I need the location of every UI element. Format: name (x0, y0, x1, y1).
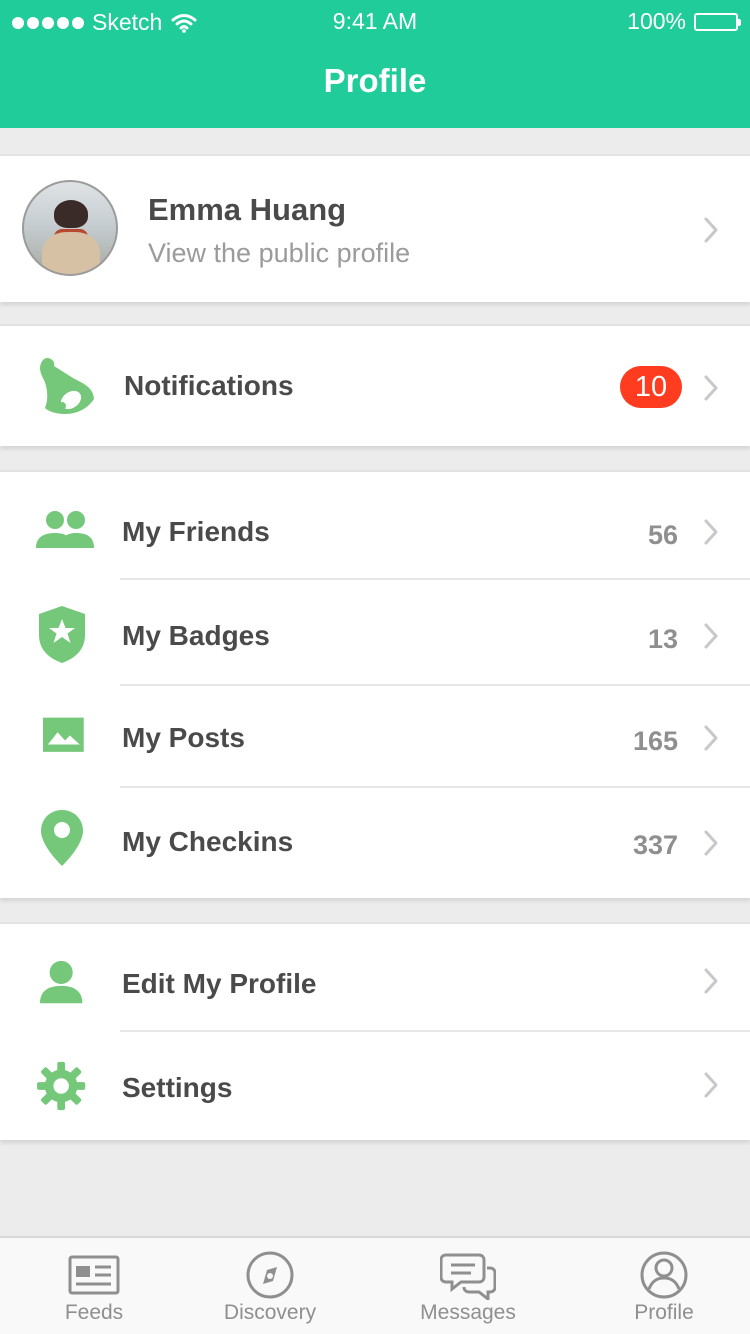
chevron-right-icon (704, 830, 718, 856)
my-checkins-count: 337 (632, 830, 678, 860)
chevron-right-icon (704, 725, 718, 751)
my-posts-label: My Posts (122, 722, 245, 753)
my-posts-count: 165 (632, 726, 678, 756)
my-checkins-row[interactable]: My Checkins 337 (0, 790, 750, 894)
chat-bubbles-icon (440, 1253, 496, 1300)
battery-icon (694, 12, 741, 31)
tab-feeds-label: Feeds (64, 1301, 124, 1324)
my-friends-count: 56 (647, 520, 678, 550)
tab-profile-label: Profile (634, 1301, 694, 1324)
avatar (22, 180, 118, 276)
notifications-label: Notifications (124, 370, 294, 401)
chevron-right-icon (704, 519, 718, 545)
user-icon (39, 960, 83, 1004)
tab-messages-label: Messages (420, 1301, 516, 1324)
settings-label: Settings (122, 1072, 233, 1103)
profile-name: Emma Huang (148, 192, 347, 227)
tab-profile[interactable]: Profile (570, 1250, 750, 1334)
edit-profile-row[interactable]: Edit My Profile (0, 932, 750, 1036)
chevron-right-icon (704, 623, 718, 649)
my-badges-label: My Badges (122, 620, 270, 651)
profile-summary-card[interactable]: Emma Huang View the public profile (0, 156, 750, 302)
status-right: 100% (627, 8, 741, 35)
top-navigation-bar: Sketch 9:41 AM 100% Profile (0, 0, 750, 128)
view-public-profile-text: View the public profile (148, 238, 411, 268)
notifications-count-badge: 10 (620, 366, 682, 408)
friends-icon (36, 511, 94, 548)
profile-icon (640, 1251, 688, 1299)
settings-row[interactable]: Settings (0, 1036, 750, 1140)
chevron-right-icon (704, 375, 718, 401)
location-pin-icon (41, 810, 83, 866)
tab-feeds[interactable]: Feeds (0, 1250, 188, 1334)
account-settings-card: Edit My Profile Settings (0, 924, 750, 1140)
image-icon (43, 717, 84, 752)
newspaper-icon (68, 1255, 120, 1295)
row-divider (120, 578, 750, 580)
my-checkins-label: My Checkins (122, 826, 294, 857)
compass-icon (246, 1251, 294, 1299)
my-posts-row[interactable]: My Posts 165 (0, 686, 750, 790)
status-bar: Sketch 9:41 AM 100% (0, 0, 750, 44)
tab-discovery-label: Discovery (223, 1301, 317, 1324)
chevron-right-icon (704, 217, 718, 243)
my-badges-count: 13 (647, 624, 678, 654)
tab-discovery[interactable]: Discovery (176, 1250, 364, 1334)
row-divider (120, 1030, 750, 1032)
chevron-right-icon (704, 968, 718, 994)
my-friends-row[interactable]: My Friends 56 (0, 480, 750, 584)
row-divider (120, 786, 750, 788)
notifications-card[interactable]: Notifications 10 (0, 326, 750, 446)
stats-list-card: My Friends 56 My Badges 13 My Posts 165 … (0, 472, 750, 898)
my-friends-label: My Friends (122, 516, 270, 547)
page-title: Profile (323, 62, 427, 99)
badge-star-icon (39, 606, 85, 663)
chevron-right-icon (704, 1072, 718, 1098)
tab-messages[interactable]: Messages (374, 1250, 562, 1334)
profile-screen: Sketch 9:41 AM 100% Profile Emma Huang V… (0, 0, 750, 1334)
my-badges-row[interactable]: My Badges 13 (0, 584, 750, 688)
edit-profile-label: Edit My Profile (122, 968, 317, 999)
gear-icon (37, 1061, 86, 1111)
bottom-tab-bar: Feeds Discovery Messages Profile (0, 1236, 750, 1334)
bell-icon (40, 357, 94, 414)
avatar-hair-shape (54, 200, 88, 228)
battery-percentage: 100% (627, 8, 686, 34)
avatar-coat-shape (42, 232, 100, 274)
